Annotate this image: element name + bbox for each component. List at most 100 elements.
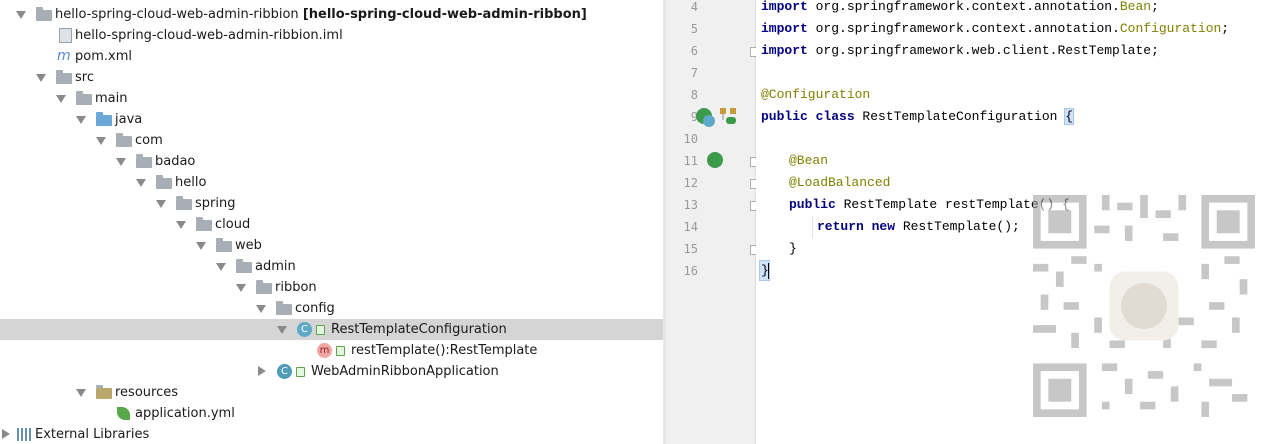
tree-row-method[interactable]: m restTemplate():RestTemplate — [0, 340, 663, 361]
tree-row-class-selected[interactable]: C RestTemplateConfiguration — [0, 319, 663, 340]
line-number: 15 — [683, 242, 698, 256]
line-number: 11 — [683, 154, 698, 168]
tree-row-package[interactable]: cloud — [0, 214, 663, 235]
module-folder-icon — [36, 7, 52, 21]
yml-file-label: application.yml — [135, 406, 235, 421]
package-icon — [216, 238, 232, 252]
package-label: config — [295, 301, 335, 316]
expand-arrow-icon[interactable] — [16, 11, 26, 19]
matching-brace: { — [1064, 108, 1075, 125]
library-icon — [17, 428, 31, 441]
tree-row-package[interactable]: badao — [0, 151, 663, 172]
package-label: ribbon — [275, 280, 317, 295]
tree-row-package[interactable]: ribbon — [0, 277, 663, 298]
package-label: web — [235, 238, 262, 253]
folder-icon — [56, 70, 72, 84]
expand-arrow-icon[interactable] — [96, 137, 106, 145]
package-icon — [236, 259, 252, 273]
package-label: cloud — [215, 217, 251, 232]
qr-code-watermark — [1033, 195, 1255, 417]
indent-guide — [812, 216, 813, 238]
source-folder-icon — [96, 112, 112, 126]
tree-row-package[interactable]: hello — [0, 172, 663, 193]
app-class-label: WebAdminRibbonApplication — [311, 364, 499, 379]
tree-row-root[interactable]: hello-spring-cloud-web-admin-ribbion [he… — [0, 4, 663, 25]
expand-arrow-icon[interactable] — [136, 179, 146, 187]
expand-arrow-icon[interactable] — [277, 326, 287, 334]
code-line-14: return new RestTemplate(); — [817, 219, 1020, 234]
code-line-13: public RestTemplate restTemplate() { — [789, 197, 1070, 212]
access-icon — [316, 325, 325, 335]
spring-leaf-icon — [117, 407, 130, 420]
expand-arrow-icon[interactable] — [56, 95, 66, 103]
tree-row-package[interactable]: com — [0, 130, 663, 151]
line-number: 5 — [690, 22, 698, 36]
collapse-arrow-icon[interactable] — [2, 429, 10, 439]
expand-arrow-icon[interactable] — [216, 263, 226, 271]
expand-arrow-icon[interactable] — [236, 284, 246, 292]
pom-file-label: pom.xml — [75, 49, 132, 64]
tree-row-package[interactable]: admin — [0, 256, 663, 277]
tree-row-resources[interactable]: resources — [0, 382, 663, 403]
tree-row-app-class[interactable]: C WebAdminRibbonApplication — [0, 361, 663, 382]
expand-arrow-icon[interactable] — [256, 305, 266, 313]
code-line-15: } — [789, 241, 797, 256]
line-number: 10 — [683, 132, 698, 146]
code-line-5: import org.springframework.context.annot… — [761, 21, 1230, 36]
package-label: com — [135, 133, 163, 148]
package-icon — [176, 196, 192, 210]
tree-row-main[interactable]: main — [0, 88, 663, 109]
class-gutter-icon[interactable] — [703, 115, 715, 127]
root-module-name: hello-spring-cloud-web-admin-ribbion — [55, 7, 299, 22]
external-libraries-label: External Libraries — [35, 427, 150, 442]
expand-arrow-icon[interactable] — [116, 158, 126, 166]
resources-folder-icon — [96, 385, 112, 399]
editor-gutter[interactable]: 4 5 6 7 8 9 10 11 12 13 14 15 16 — [666, 0, 760, 444]
class-icon: C — [297, 322, 312, 337]
package-label: badao — [155, 154, 196, 169]
bean-gutter-icon[interactable] — [707, 152, 723, 168]
line-number: 14 — [683, 220, 698, 234]
class-label: RestTemplateConfiguration — [331, 322, 507, 337]
java-label: java — [115, 112, 143, 127]
code-line-11: @Bean — [789, 153, 829, 168]
root-module-label: [hello-spring-cloud-web-admin-ribbon] — [302, 7, 587, 22]
spring-boot-class-icon: C — [277, 364, 292, 379]
line-number: 7 — [690, 66, 698, 80]
bean-graph-gutter-icon[interactable] — [718, 106, 738, 126]
code-line-4: import org.springframework.context.annot… — [761, 0, 1159, 14]
resources-label: resources — [115, 385, 179, 400]
tree-row-java[interactable]: java — [0, 109, 663, 130]
line-number: 16 — [683, 264, 698, 278]
tree-row-external-libs[interactable]: External Libraries — [0, 424, 663, 444]
line-number: 8 — [690, 88, 698, 102]
main-label: main — [95, 91, 128, 106]
expand-arrow-icon[interactable] — [176, 221, 186, 229]
line-number: 4 — [690, 0, 698, 14]
code-line-9: public class RestTemplateConfiguration { — [761, 108, 1075, 125]
expand-arrow-icon[interactable] — [76, 389, 86, 397]
code-line-12: @LoadBalanced — [789, 175, 891, 190]
tree-row-package[interactable]: web — [0, 235, 663, 256]
tree-row-yml[interactable]: application.yml — [0, 403, 663, 424]
expand-arrow-icon[interactable] — [156, 200, 166, 208]
expand-arrow-icon[interactable] — [196, 242, 206, 250]
text-caret — [768, 263, 769, 279]
package-icon — [276, 301, 292, 315]
package-icon — [256, 280, 272, 294]
collapse-arrow-icon[interactable] — [258, 366, 266, 376]
tree-row-src[interactable]: src — [0, 67, 663, 88]
line-number: 9 — [690, 110, 698, 124]
maven-icon: m — [57, 48, 71, 64]
method-label: restTemplate():RestTemplate — [351, 343, 538, 358]
expand-arrow-icon[interactable] — [36, 74, 46, 82]
iml-file-label: hello-spring-cloud-web-admin-ribbion.iml — [75, 28, 343, 43]
package-icon — [136, 154, 152, 168]
tree-row-pom[interactable]: m pom.xml — [0, 46, 663, 67]
line-number: 13 — [683, 198, 698, 212]
tree-row-package[interactable]: spring — [0, 193, 663, 214]
package-icon — [196, 217, 212, 231]
tree-row-iml[interactable]: hello-spring-cloud-web-admin-ribbion.iml — [0, 25, 663, 46]
expand-arrow-icon[interactable] — [76, 116, 86, 124]
tree-row-package[interactable]: config — [0, 298, 663, 319]
